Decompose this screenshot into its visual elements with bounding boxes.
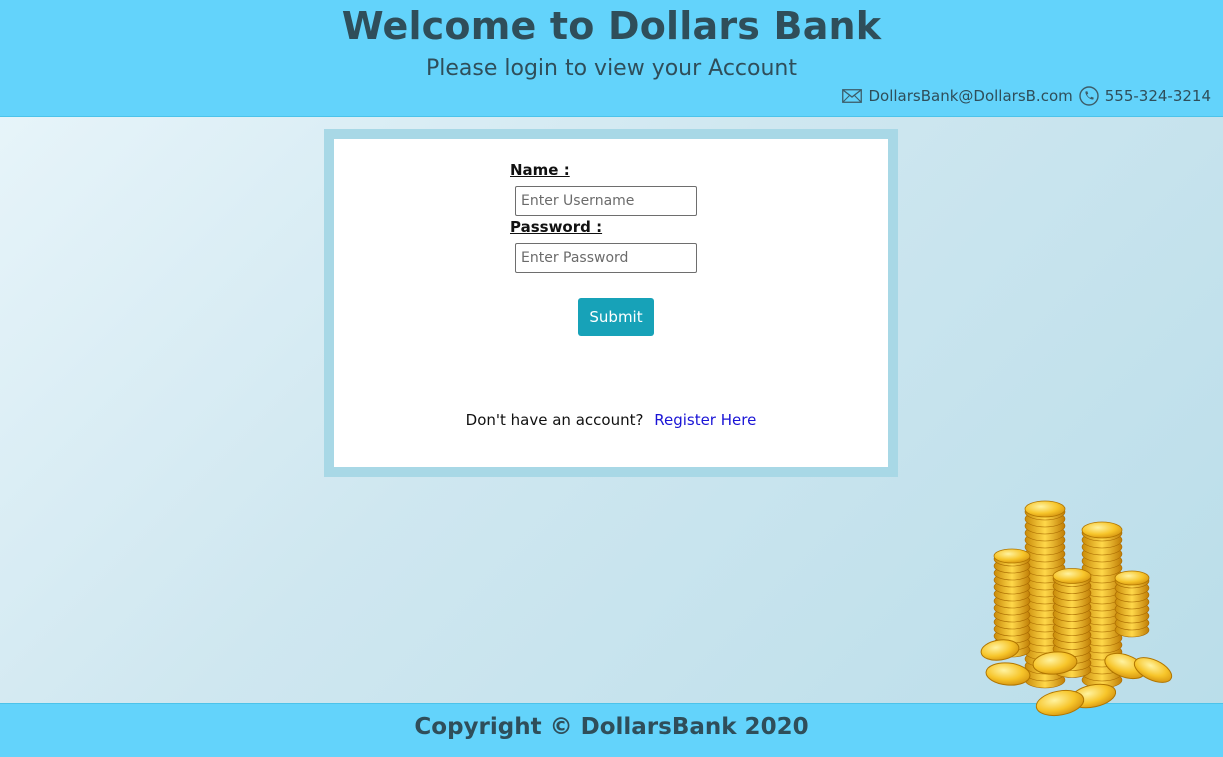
page-subtitle: Please login to view your Account (426, 56, 797, 81)
username-input[interactable] (515, 186, 697, 216)
phone-icon (1079, 86, 1099, 106)
contact-phone: 555-324-3214 (1104, 87, 1211, 105)
page-title: Welcome to Dollars Bank (341, 4, 882, 48)
contact-email: DollarsBank@DollarsB.com (868, 87, 1073, 105)
submit-button[interactable]: Submit (578, 298, 654, 336)
register-row: Don't have an account? Register Here (334, 411, 888, 429)
password-input[interactable] (515, 243, 697, 273)
gold-coins-illustration (980, 500, 1173, 717)
register-link[interactable]: Register Here (654, 411, 756, 429)
login-card: Name : Password : Submit Don't have an a… (334, 139, 888, 467)
password-label: Password : (510, 218, 603, 236)
page-header: Welcome to Dollars Bank Please login to … (0, 0, 1223, 117)
login-card-frame: Name : Password : Submit Don't have an a… (324, 129, 898, 477)
contact-info: DollarsBank@DollarsB.com 555-324-3214 (842, 86, 1211, 106)
name-label: Name : (510, 161, 570, 179)
no-account-text: Don't have an account? (465, 411, 644, 429)
envelope-icon (842, 89, 863, 103)
